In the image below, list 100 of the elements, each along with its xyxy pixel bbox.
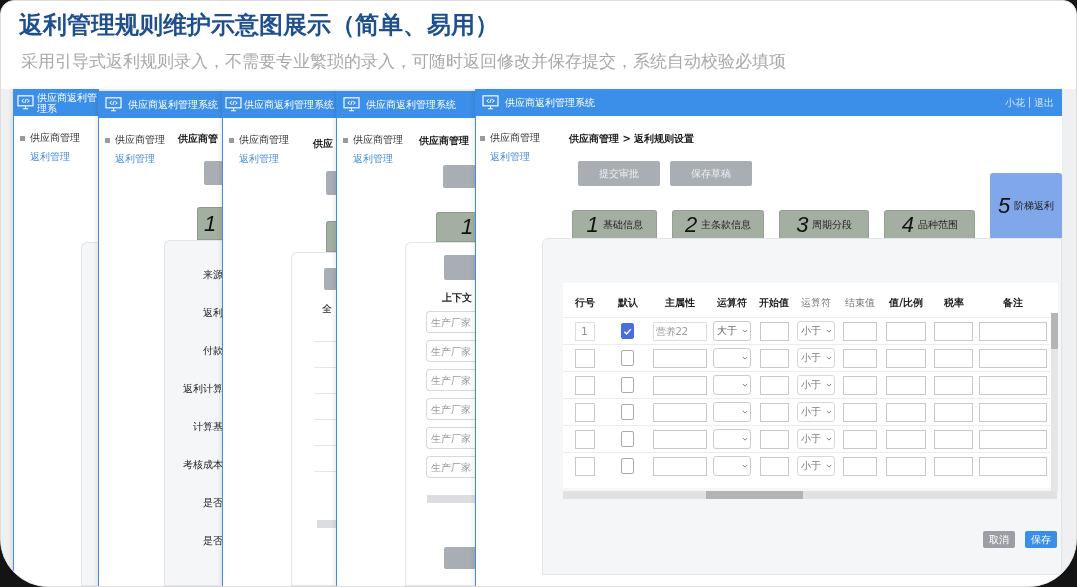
operator-select[interactable]: [713, 402, 751, 422]
checkbox[interactable]: [621, 377, 634, 393]
input-field[interactable]: [934, 375, 973, 395]
save-button[interactable]: 保存: [1025, 531, 1057, 548]
action-button[interactable]: [443, 165, 476, 188]
input-field[interactable]: [979, 375, 1047, 395]
operator-select[interactable]: 大于: [713, 321, 751, 341]
input-field[interactable]: [652, 429, 707, 449]
input-field[interactable]: [934, 456, 973, 476]
checkbox[interactable]: [621, 323, 634, 339]
input-field[interactable]: [842, 456, 877, 476]
row-number-field[interactable]: [574, 456, 595, 476]
input-field[interactable]: [759, 429, 789, 449]
checkbox[interactable]: [621, 431, 634, 447]
scrollbar[interactable]: [317, 520, 337, 528]
input-field[interactable]: [842, 348, 877, 368]
sidebar-item[interactable]: 供应商管理: [490, 131, 540, 145]
sidebar-link[interactable]: 返利管理: [20, 150, 81, 164]
input-field[interactable]: [934, 348, 973, 368]
toolbar-button[interactable]: [444, 255, 476, 280]
operator-select[interactable]: [713, 375, 751, 395]
user-link[interactable]: 小花: [1004, 95, 1025, 110]
input-field[interactable]: [886, 429, 926, 449]
input-field[interactable]: 生产厂家: [426, 340, 476, 362]
operator-select[interactable]: 小于: [797, 456, 835, 476]
input-field[interactable]: [979, 429, 1047, 449]
operator-select[interactable]: 小于: [797, 375, 835, 395]
operator-select[interactable]: [713, 429, 751, 449]
input-field[interactable]: [934, 429, 973, 449]
input-field[interactable]: [979, 402, 1047, 422]
action-button[interactable]: [326, 171, 337, 195]
scrollbar[interactable]: [1051, 313, 1058, 491]
input-field[interactable]: 生产厂家: [426, 369, 476, 391]
input-field[interactable]: [759, 321, 789, 341]
sidebar-item[interactable]: 供应商管理: [353, 133, 403, 147]
checkbox[interactable]: [621, 350, 634, 366]
sidebar-item[interactable]: 供应商管理: [115, 133, 165, 147]
input-field[interactable]: 生产厂家: [426, 456, 476, 478]
input-field[interactable]: [886, 375, 926, 395]
operator-select[interactable]: 小于: [797, 402, 835, 422]
logout-link[interactable]: 退出: [1034, 95, 1054, 110]
row-number-field[interactable]: 1: [574, 321, 595, 341]
input-field[interactable]: [886, 348, 926, 368]
chevron-down-icon: [826, 329, 832, 333]
operator-select[interactable]: 小于: [797, 348, 835, 368]
input-field[interactable]: [759, 456, 789, 476]
input-field[interactable]: 营养22: [652, 321, 707, 341]
scrollbar[interactable]: [563, 491, 1057, 499]
window-title: 供应商返利管理系统: [366, 97, 456, 112]
input-field[interactable]: [886, 321, 926, 341]
input-field[interactable]: 生产厂家: [426, 427, 476, 449]
sidebar-link[interactable]: 返利管理: [229, 152, 291, 166]
input-field[interactable]: [759, 402, 789, 422]
row-number-field[interactable]: [574, 402, 595, 422]
slide-subtitle: 采用引导式返利规则录入，不需要专业繁琐的录入，可随时返回修改并保存提交，系统自动校验必填项: [20, 50, 787, 73]
step-tab[interactable]: 1: [197, 207, 223, 240]
input-field[interactable]: 生产厂家: [426, 311, 476, 333]
column-header: 税率: [943, 296, 964, 310]
input-field[interactable]: [886, 402, 926, 422]
input-field[interactable]: [842, 321, 877, 341]
input-field[interactable]: [979, 321, 1047, 341]
action-button[interactable]: [444, 547, 476, 569]
breadcrumb: 供应商管理: [419, 134, 469, 148]
input-field[interactable]: [652, 402, 707, 422]
scrollbar-thumb[interactable]: [706, 491, 803, 499]
input-field[interactable]: [652, 375, 707, 395]
row-number-field[interactable]: [574, 375, 595, 395]
operator-select[interactable]: [713, 348, 751, 368]
cancel-button[interactable]: 取消: [983, 531, 1015, 548]
row-number-field[interactable]: [574, 348, 595, 368]
input-field[interactable]: [886, 456, 926, 476]
sidebar-link[interactable]: 返利管理: [105, 152, 164, 166]
input-field[interactable]: [934, 402, 973, 422]
operator-select[interactable]: [713, 456, 751, 476]
input-field[interactable]: [842, 375, 877, 395]
input-field[interactable]: [652, 456, 707, 476]
operator-select[interactable]: 小于: [797, 321, 835, 341]
sidebar-item[interactable]: 供应商管理: [239, 133, 289, 147]
scrollbar[interactable]: [427, 495, 476, 503]
input-field[interactable]: [652, 348, 707, 368]
breadcrumb: 供应商管理 > 返利规则设置: [569, 132, 695, 146]
sidebar-link[interactable]: 返利管理: [343, 152, 405, 166]
input-field[interactable]: [934, 321, 973, 341]
column-header: 主属性: [664, 296, 695, 310]
input-field[interactable]: [979, 456, 1047, 476]
input-field[interactable]: [759, 348, 789, 368]
input-field[interactable]: [979, 348, 1047, 368]
scrollbar-thumb[interactable]: [1051, 313, 1058, 349]
input-field[interactable]: 生产厂家: [426, 398, 476, 420]
input-field[interactable]: [842, 402, 877, 422]
sidebar-item[interactable]: 供应商管理: [30, 131, 80, 145]
separator: |: [1027, 95, 1031, 110]
row-number-field[interactable]: [574, 429, 595, 449]
operator-select[interactable]: 小于: [797, 429, 835, 449]
input-field[interactable]: [759, 375, 789, 395]
checkbox[interactable]: [621, 458, 634, 474]
checkbox[interactable]: [621, 404, 634, 420]
input-field[interactable]: [842, 429, 877, 449]
sidebar-link[interactable]: 返利管理: [480, 150, 542, 164]
step-tab[interactable]: 1: [436, 212, 476, 242]
